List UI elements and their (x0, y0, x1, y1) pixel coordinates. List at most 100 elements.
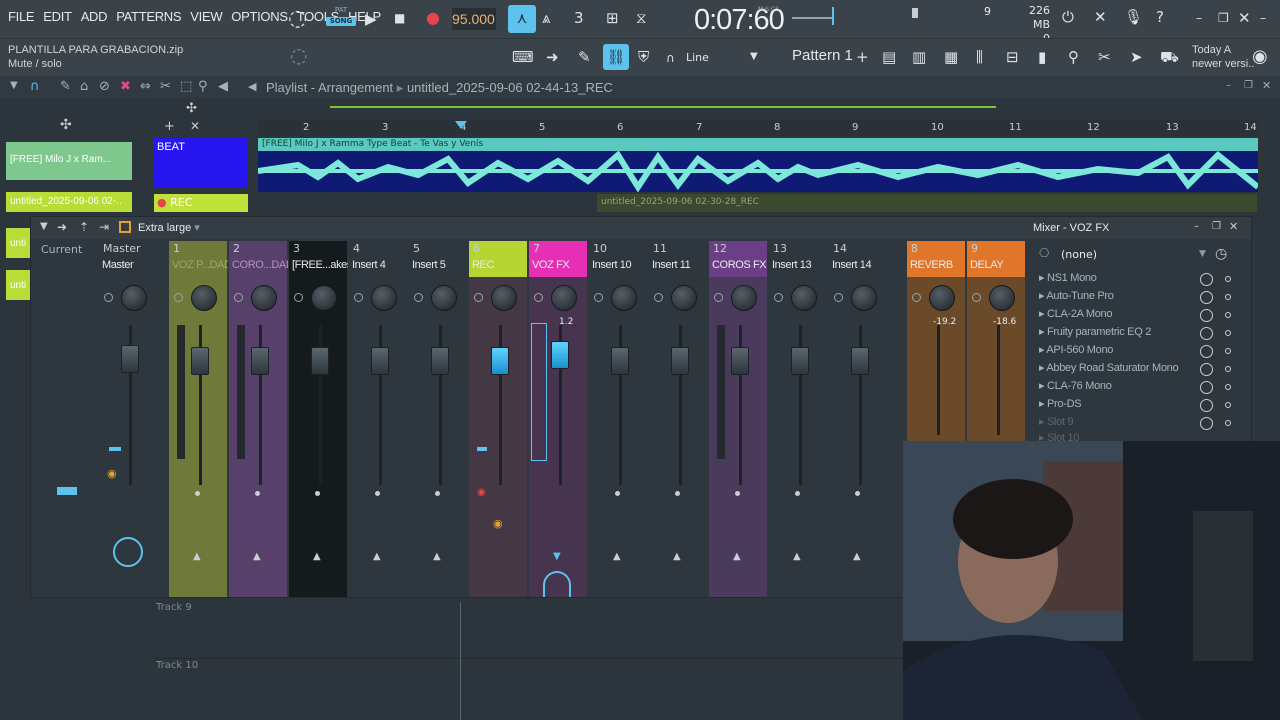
touch-controller-icon[interactable]: ✂ (1098, 50, 1111, 65)
remove-track-icon[interactable]: ✕ (190, 120, 200, 132)
mixer-upload-icon[interactable]: ⇡ (79, 221, 89, 233)
route-arrow-icon[interactable]: ▲ (793, 551, 801, 562)
fx-slot-7[interactable]: ▸ CLA-76 Mono (1039, 379, 1233, 397)
fx-slot-2[interactable]: ▸ Auto-Tune Pro (1039, 289, 1233, 307)
pan-knob[interactable] (251, 285, 277, 311)
playlist-minimize-icon[interactable]: – (1226, 81, 1231, 91)
mixer-size-select[interactable]: Extra large ▾ (138, 221, 200, 234)
route-dot[interactable] (675, 491, 680, 496)
plugin-picker-icon[interactable]: ⚲ (1068, 50, 1079, 65)
mixer-strip-11[interactable]: 11 Insert 11 ▲ (649, 241, 707, 597)
magnet-icon[interactable]: ∩ (666, 52, 675, 64)
pattern-item-beat[interactable]: [FREE] Milo J x Ram... (6, 142, 132, 180)
mixer-strip-rec[interactable]: 6 REC ◉ ◉ (469, 241, 527, 597)
rec-audio-clip[interactable]: untitled_2025-09-06 02-30-28_REC (597, 194, 1257, 212)
news-panel[interactable]: Today A newer versi.. (1192, 43, 1254, 71)
mixer-strip-4[interactable]: 4 Insert 4 ▲ (349, 241, 407, 597)
volume-fader[interactable] (851, 347, 869, 375)
route-dot[interactable] (735, 491, 740, 496)
mixer-strip-14[interactable]: 14 Insert 14 ▲ (829, 241, 887, 597)
zoom-tool-icon[interactable]: ⚲ (198, 80, 208, 93)
route-arrow-icon[interactable]: ▲ (673, 551, 681, 562)
fx-toggle-icon[interactable] (1200, 417, 1213, 430)
tools-icon[interactable]: ✕ (1094, 10, 1107, 25)
mixer-strip-3[interactable]: 3 [FREE...akes ▲ (289, 241, 348, 597)
track-header-rec[interactable]: ● REC (154, 194, 248, 212)
play-icon[interactable]: ▶ (365, 12, 377, 27)
delete-tool-icon[interactable]: ⊘ (99, 80, 110, 93)
volume-fader[interactable] (731, 347, 749, 375)
mixer-layout-icon[interactable] (119, 221, 131, 233)
routing-select[interactable]: ⎔ (none) ▼ ◷ (1039, 245, 1233, 265)
strip-enable-icon[interactable] (414, 293, 423, 302)
minimize-icon[interactable]: – (1196, 12, 1202, 24)
playlist-scrollbar[interactable] (330, 106, 996, 108)
fx-mix-icon[interactable] (1225, 420, 1231, 426)
channel-rack-icon[interactable]: ▦ (944, 50, 958, 65)
master-volume-slider[interactable] (792, 17, 832, 19)
power-icon[interactable]: ⏻ (1062, 10, 1074, 25)
strip-enable-icon[interactable] (912, 293, 921, 302)
microphone-icon[interactable]: 🎙 (1124, 10, 1143, 25)
stop-icon[interactable]: ■ (394, 12, 405, 24)
route-arrow-icon[interactable]: ▲ (373, 551, 381, 562)
mixer-strip-13[interactable]: 13 Insert 13 ▲ (769, 241, 827, 597)
account-icon[interactable]: ◉ (1252, 48, 1268, 66)
mixer-strip-delay[interactable]: 9 DELAY -18.6 (967, 241, 1025, 441)
route-arrow-icon[interactable]: ▲ (853, 551, 861, 562)
pencil-icon[interactable]: ✎ (578, 50, 591, 65)
fx-toggle-icon[interactable] (1200, 273, 1213, 286)
fx-mix-icon[interactable] (1225, 366, 1231, 372)
fx-slot-1[interactable]: ▸ NS1 Mono (1039, 271, 1233, 289)
mixer-menu-icon[interactable]: ▼ (40, 222, 48, 232)
fx-slot-3[interactable]: ▸ CLA-2A Mono (1039, 307, 1233, 325)
magnet-snap-icon[interactable]: ∩ (30, 80, 40, 93)
strip-enable-icon[interactable] (834, 293, 843, 302)
send-icon[interactable]: ➤ (1130, 50, 1143, 65)
strip-enable-icon[interactable] (972, 293, 981, 302)
metronome-icon[interactable]: ⋏ (508, 5, 536, 33)
timeline-ruler[interactable]: 2 3 4 5 6 7 8 9 10 11 12 13 14 (258, 120, 1258, 136)
pat-song-toggle[interactable]: PAT SONG (326, 6, 356, 32)
playlist-menu-icon[interactable]: ▼ (10, 81, 18, 91)
volume-fader[interactable] (311, 347, 329, 375)
picker-mode-icon[interactable]: ✣ (60, 118, 72, 132)
slip-tool-icon[interactable]: ⇔ (140, 80, 151, 93)
mixer-strip-1[interactable]: 1 VOZ P...DADA ▲ (169, 241, 228, 597)
route-dot[interactable] (255, 491, 260, 496)
menu-file[interactable]: FILE (8, 9, 35, 24)
mixer-strip-voz-fx[interactable]: 7 VOZ FX 1.2 ▼ (529, 241, 587, 597)
plugin-database-icon[interactable]: ▮ (1038, 50, 1046, 65)
route-arrow-icon[interactable]: ▲ (733, 551, 741, 562)
fx-mix-icon[interactable] (1225, 402, 1231, 408)
strip-enable-icon[interactable] (474, 293, 483, 302)
playlist-back-icon[interactable]: ◀ (248, 81, 256, 92)
mixer-close-icon[interactable]: ✕ (1229, 221, 1238, 232)
pan-knob[interactable] (491, 285, 517, 311)
strip-enable-icon[interactable] (174, 293, 183, 302)
mixer-strip-coros-fx[interactable]: 12 COROS FX ▲ (709, 241, 767, 597)
snap-select[interactable]: Line (686, 51, 709, 64)
typing-keyboard-icon[interactable]: ⌨ (512, 50, 534, 65)
route-dot[interactable] (195, 491, 200, 496)
beat-audio-clip[interactable]: [FREE] Milo J x Ramma Type Beat - Te Vas… (258, 138, 1258, 192)
mixer-strip-reverb[interactable]: 8 REVERB -19.2 (907, 241, 965, 441)
step-edit-icon[interactable]: ⊞ (606, 11, 619, 26)
volume-fader[interactable] (491, 347, 509, 375)
hint-knob-icon[interactable]: ◌ (288, 8, 307, 30)
hint-knob-2-icon[interactable]: ◌ (290, 45, 307, 65)
fx-toggle-icon[interactable] (1200, 309, 1213, 322)
browser-icon[interactable]: ⛨ (638, 50, 649, 65)
shop-icon[interactable]: ⛟ (1160, 50, 1179, 65)
strip-enable-icon[interactable] (294, 293, 303, 302)
playback-tool-icon[interactable]: ◀ (218, 80, 228, 93)
mixer-strip-master[interactable]: Master Master ◉ (99, 241, 157, 597)
volume-fader[interactable] (791, 347, 809, 375)
volume-fader[interactable] (551, 341, 569, 369)
playlist-window-icon[interactable]: ▤ (882, 50, 896, 65)
strip-enable-icon[interactable] (354, 293, 363, 302)
restore-icon[interactable]: ❐ (1218, 12, 1229, 24)
mixer-link-icon[interactable]: ⇥ (99, 221, 109, 233)
playhead-marker[interactable] (455, 121, 467, 129)
snap-dropdown-icon[interactable]: ▼ (750, 52, 758, 62)
